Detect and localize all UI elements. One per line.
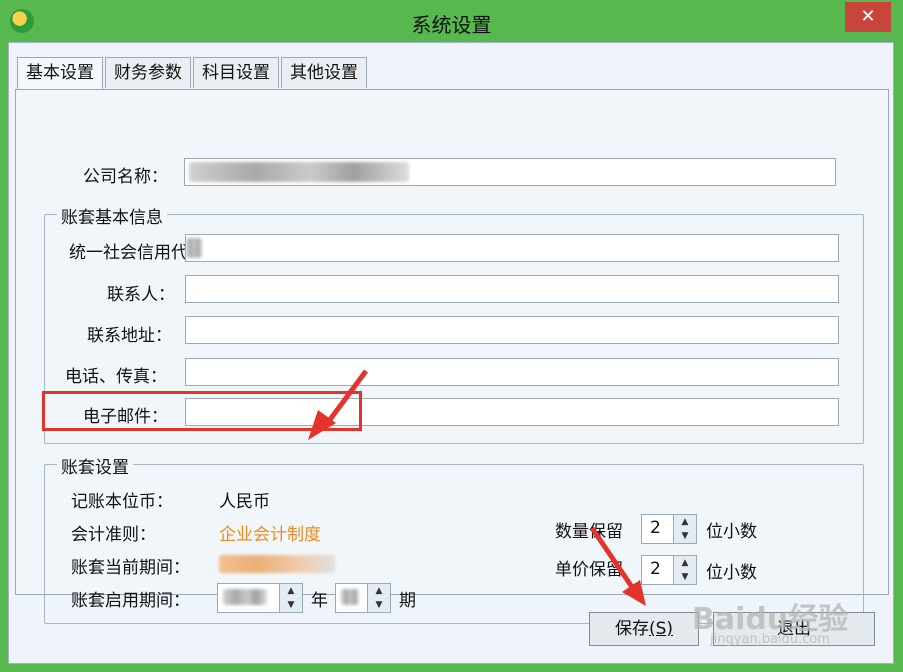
baidu-watermark-url: jingyan.baidu.com [710, 632, 830, 647]
arrow-to-currency-icon [308, 369, 369, 440]
arrow-to-save-icon [589, 526, 646, 606]
annotation-arrows [308, 369, 646, 606]
settings-window: 系统设置 ✕ 基本设置 财务参数 科目设置 其他设置 公司名称： 账套基本信息 … [0, 0, 903, 672]
